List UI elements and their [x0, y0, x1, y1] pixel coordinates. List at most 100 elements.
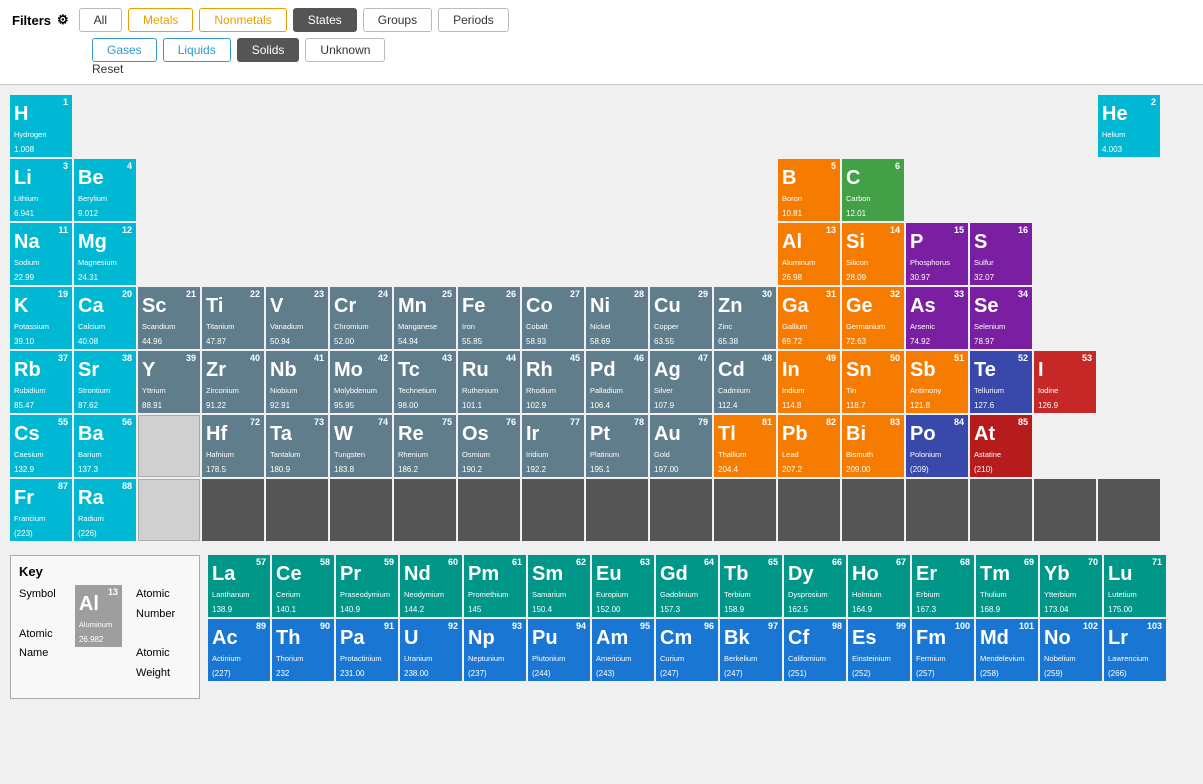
element-Cu[interactable]: 29CuCopper63.55	[650, 287, 712, 349]
element-Dy[interactable]: 66DyDysprosium162.5	[784, 555, 846, 617]
element-Cd[interactable]: 48CdCadmium112.4	[714, 351, 776, 413]
element-Ru[interactable]: 44RuRuthenium101.1	[458, 351, 520, 413]
element-Rb[interactable]: 37RbRubidium85.47	[10, 351, 72, 413]
element-Gd[interactable]: 64GdGadolinium157.3	[656, 555, 718, 617]
element-Pd[interactable]: 46PdPalladium106.4	[586, 351, 648, 413]
element-Bi[interactable]: 83BiBismuth209.00	[842, 415, 904, 477]
element-Po[interactable]: 84PoPolonium(209)	[906, 415, 968, 477]
element-Ho[interactable]: 67HoHolmium164.9	[848, 555, 910, 617]
element-Lr[interactable]: 103LrLawrencium(266)	[1104, 619, 1166, 681]
element-Ag[interactable]: 47AgSilver107.9	[650, 351, 712, 413]
element-Ra[interactable]: 88RaRadium(226)	[74, 479, 136, 541]
element-Tb[interactable]: 65TbTerbium158.9	[720, 555, 782, 617]
element-Fr[interactable]: 87FrFrancium(223)	[10, 479, 72, 541]
filter-nonmetals-button[interactable]: Nonmetals	[199, 8, 286, 32]
element-Cm[interactable]: 96CmCurium(247)	[656, 619, 718, 681]
filter-periods-button[interactable]: Periods	[438, 8, 509, 32]
element-V[interactable]: 23VVanadium50.94	[266, 287, 328, 349]
filter-all-button[interactable]: All	[79, 8, 122, 32]
element-Md[interactable]: 101MdMendelevium(258)	[976, 619, 1038, 681]
element-Pt[interactable]: 78PtPlatinum195.1	[586, 415, 648, 477]
element-Zr[interactable]: 40ZrZirconium91.22	[202, 351, 264, 413]
element-Re[interactable]: 75ReRhenium186.2	[394, 415, 456, 477]
element-H[interactable]: 1HHydrogen1.008	[10, 95, 72, 157]
filter-groups-button[interactable]: Groups	[363, 8, 432, 32]
element-Ni[interactable]: 28NiNickel58.69	[586, 287, 648, 349]
element-W[interactable]: 74WTungsten183.8	[330, 415, 392, 477]
element-Ca[interactable]: 20CaCalcium40.08	[74, 287, 136, 349]
element-Y[interactable]: 39YYttrium88.91	[138, 351, 200, 413]
element-Ge[interactable]: 32GeGermanium72.63	[842, 287, 904, 349]
element-Fe[interactable]: 26FeIron55.85	[458, 287, 520, 349]
element-Ba[interactable]: 56BaBarium137.3	[74, 415, 136, 477]
element-Am[interactable]: 95AmAmericium(243)	[592, 619, 654, 681]
element-Mg[interactable]: 12MgMagnesium24.31	[74, 223, 136, 285]
element-Np[interactable]: 93NpNeptunium(237)	[464, 619, 526, 681]
element-Al[interactable]: 13AlAluminum26.98	[778, 223, 840, 285]
element-Co[interactable]: 27CoCobalt58.93	[522, 287, 584, 349]
element-Pr[interactable]: 59PrPraseodymium140.9	[336, 555, 398, 617]
element-Cf[interactable]: 98CfCalifornium(251)	[784, 619, 846, 681]
element-Si[interactable]: 14SiSilicon28.09	[842, 223, 904, 285]
element-Hf[interactable]: 72HfHafnium178.5	[202, 415, 264, 477]
element-Pb[interactable]: 82PbLead207.2	[778, 415, 840, 477]
element-Ga[interactable]: 31GaGallium69.72	[778, 287, 840, 349]
element-Sm[interactable]: 62SmSamarium150.4	[528, 555, 590, 617]
element-Mo[interactable]: 42MoMolybdenum95.95	[330, 351, 392, 413]
element-Sr[interactable]: 38SrStrontium87.62	[74, 351, 136, 413]
element-Fm[interactable]: 100FmFermium(257)	[912, 619, 974, 681]
element-Tm[interactable]: 69TmThulium168.9	[976, 555, 1038, 617]
element-At[interactable]: 85AtAstatine(210)	[970, 415, 1032, 477]
element-Ce[interactable]: 58CeCerium140.1	[272, 555, 334, 617]
element-Er[interactable]: 68ErErbium167.3	[912, 555, 974, 617]
element-As[interactable]: 33AsArsenic74.92	[906, 287, 968, 349]
element-Ti[interactable]: 22TiTitanium47.87	[202, 287, 264, 349]
element-La[interactable]: 57LaLanthanum138.9	[208, 555, 270, 617]
element-C[interactable]: 6CCarbon12.01	[842, 159, 904, 221]
filter-metals-button[interactable]: Metals	[128, 8, 193, 32]
element-Ac[interactable]: 89AcActinium(227)	[208, 619, 270, 681]
element-Rh[interactable]: 45RhRhodium102.9	[522, 351, 584, 413]
element-P[interactable]: 15PPhosphorus30.97	[906, 223, 968, 285]
element-Es[interactable]: 99EsEinsteinium(252)	[848, 619, 910, 681]
element-Yb[interactable]: 70YbYtterbium173.04	[1040, 555, 1102, 617]
element-Mn[interactable]: 25MnManganese54.94	[394, 287, 456, 349]
element-S[interactable]: 16SSulfur32.07	[970, 223, 1032, 285]
element-Zn[interactable]: 30ZnZinc65.38	[714, 287, 776, 349]
element-Tc[interactable]: 43TcTechnetium98.00	[394, 351, 456, 413]
element-Pu[interactable]: 94PuPlutonium(244)	[528, 619, 590, 681]
element-Pm[interactable]: 61PmPromethium145	[464, 555, 526, 617]
element-Sn[interactable]: 50SnTin118.7	[842, 351, 904, 413]
element-Lu[interactable]: 71LuLutetium175.00	[1104, 555, 1166, 617]
element-Ir[interactable]: 77IrIridium192.2	[522, 415, 584, 477]
filter-unknown-button[interactable]: Unknown	[305, 38, 385, 62]
element-Nb[interactable]: 41NbNiobium92.91	[266, 351, 328, 413]
element-I[interactable]: 53IIodine126.9	[1034, 351, 1096, 413]
element-Sb[interactable]: 51SbAntimony121.8	[906, 351, 968, 413]
element-Tl[interactable]: 81TlThallium204.4	[714, 415, 776, 477]
element-Sc[interactable]: 21ScScandium44.96	[138, 287, 200, 349]
element-Cs[interactable]: 55CsCaesium132.9	[10, 415, 72, 477]
element-Ta[interactable]: 73TaTantalum180.9	[266, 415, 328, 477]
filter-states-button[interactable]: States	[293, 8, 357, 32]
element-Os[interactable]: 76OsOsmium190.2	[458, 415, 520, 477]
element-Nd[interactable]: 60NdNeodymium144.2	[400, 555, 462, 617]
element-Te[interactable]: 52TeTellurium127.6	[970, 351, 1032, 413]
filter-gases-button[interactable]: Gases	[92, 38, 157, 62]
element-Se[interactable]: 34SeSelenium78.97	[970, 287, 1032, 349]
element-Th[interactable]: 90ThThorium232	[272, 619, 334, 681]
element-Pa[interactable]: 91PaProtactinium231.00	[336, 619, 398, 681]
element-Au[interactable]: 79AuGold197.00	[650, 415, 712, 477]
element-Eu[interactable]: 63EuEuropium152.00	[592, 555, 654, 617]
element-K[interactable]: 19KPotassium39.10	[10, 287, 72, 349]
element-No[interactable]: 102NoNobelium(259)	[1040, 619, 1102, 681]
filter-liquids-button[interactable]: Liquids	[163, 38, 231, 62]
element-U[interactable]: 92UUranium238.00	[400, 619, 462, 681]
filter-solids-button[interactable]: Solids	[237, 38, 300, 62]
element-Bk[interactable]: 97BkBerkelium(247)	[720, 619, 782, 681]
element-Li[interactable]: 3LiLithium6.941	[10, 159, 72, 221]
element-Be[interactable]: 4BeBerylium9.012	[74, 159, 136, 221]
key-demo-element[interactable]: 13 Al Aluminum 26.982	[75, 585, 122, 647]
element-He[interactable]: 2HeHelium4.003	[1098, 95, 1160, 157]
element-In[interactable]: 49InIndium114.8	[778, 351, 840, 413]
